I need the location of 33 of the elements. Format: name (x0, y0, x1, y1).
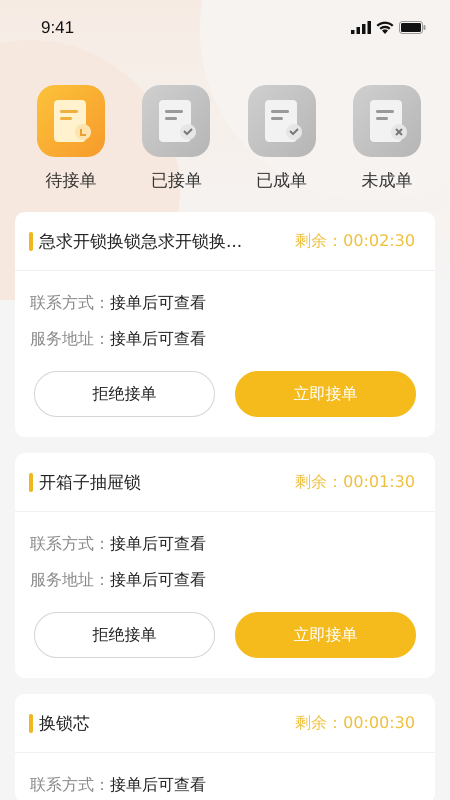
battery-icon (399, 21, 426, 34)
field-value: 接单后可查看 (110, 328, 206, 350)
field-label: 联系方式： (30, 774, 110, 796)
order-title: 开箱子抽屉锁 (39, 472, 142, 494)
field-label: 服务地址： (30, 328, 110, 350)
category-tab[interactable]: 已成单 (240, 85, 324, 192)
wifi-icon (376, 21, 394, 34)
document-icon (352, 85, 421, 157)
order-title: 换锁芯 (39, 712, 91, 734)
reject-button[interactable]: 拒绝接单 (34, 371, 215, 417)
field-label: 联系方式： (30, 534, 110, 554)
category-tab[interactable]: 已接单 (134, 85, 218, 192)
document-icon (248, 85, 316, 157)
category-tab[interactable]: 待接单 (29, 85, 113, 192)
order-title: 急求开锁换锁急求开锁换... (39, 230, 244, 252)
status-time: 9:41 (41, 18, 74, 38)
reject-button[interactable]: 拒绝接单 (34, 612, 215, 658)
accent-bar (29, 472, 33, 492)
document-icon (37, 85, 105, 157)
accent-bar (29, 232, 33, 250)
document-icon (142, 85, 210, 157)
field-label: 服务地址： (30, 570, 110, 590)
category-tab[interactable]: 未成单 (344, 85, 429, 192)
field-label: 联系方式： (30, 292, 110, 314)
remaining-time: 剩余：00:02:30 (295, 230, 415, 252)
accent-bar (29, 714, 33, 732)
field-value: 接单后可查看 (110, 534, 206, 554)
field-value: 接单后可查看 (110, 774, 206, 796)
signal-icon (351, 21, 371, 34)
field-value: 接单后可查看 (110, 570, 206, 590)
remaining-time: 剩余：00:01:30 (295, 472, 415, 492)
field-value: 接单后可查看 (110, 292, 206, 314)
remaining-time: 剩余：00:00:30 (295, 712, 415, 734)
